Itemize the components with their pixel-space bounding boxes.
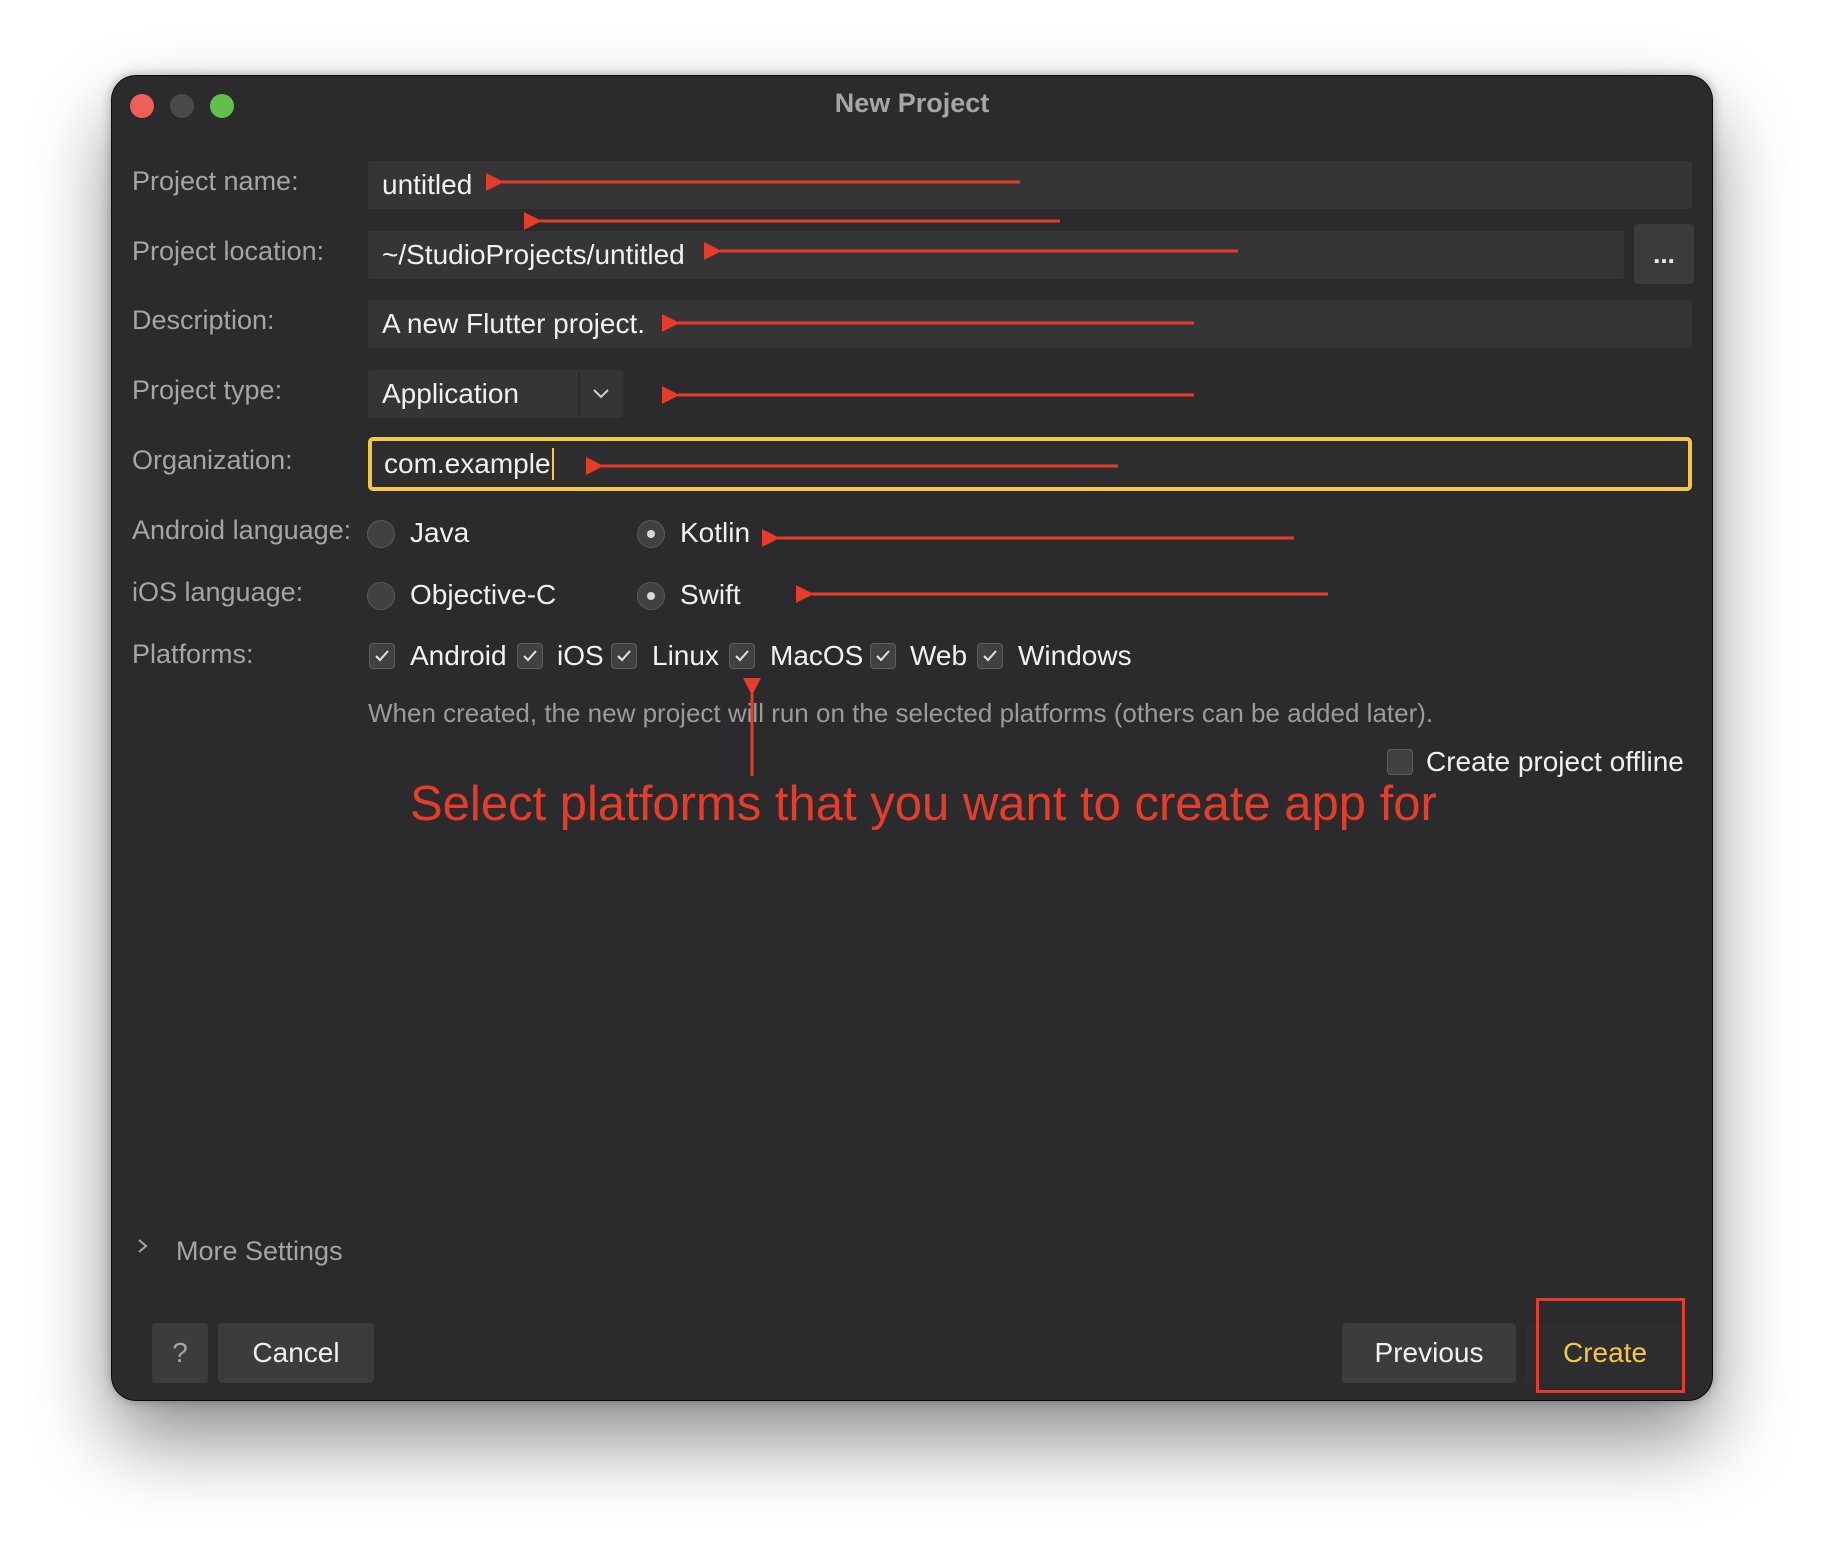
platform-ios-label: iOS [557, 640, 604, 671]
checkmark-icon [617, 650, 631, 662]
ios-objective-c-radio[interactable] [367, 582, 395, 610]
android-kotlin-radio[interactable] [637, 520, 665, 548]
platform-android-label: Android [410, 640, 507, 671]
ios-objective-c-label: Objective-C [410, 579, 557, 610]
cancel-button[interactable]: Cancel [218, 1323, 374, 1383]
platforms-hint: When created, the new project will run o… [368, 698, 1434, 728]
organization-input[interactable]: com.example [368, 437, 1692, 491]
android-java-label: Java [410, 517, 470, 548]
title-bar: New Project [112, 76, 1712, 132]
description-input[interactable]: A new Flutter project. [368, 300, 1692, 348]
platforms-label: Platforms: [132, 639, 254, 669]
platform-android-checkbox[interactable] [369, 643, 395, 669]
platform-web-checkbox[interactable] [870, 643, 896, 669]
platform-macos-checkbox[interactable] [729, 643, 755, 669]
help-button[interactable]: ? [152, 1323, 208, 1383]
ios-language-label: iOS language: [132, 577, 304, 607]
text-caret [551, 448, 554, 480]
window-title: New Project [834, 88, 990, 118]
platform-windows-checkbox[interactable] [977, 643, 1003, 669]
project-location-label: Project location: [132, 236, 325, 266]
project-location-input[interactable]: ~/StudioProjects/untitled [368, 231, 1624, 279]
platform-linux-label: Linux [652, 640, 719, 671]
platform-linux-checkbox[interactable] [611, 643, 637, 669]
description-value: A new Flutter project. [382, 308, 646, 339]
platform-macos-label: MacOS [770, 640, 864, 671]
checkmark-icon [735, 650, 749, 662]
project-type-label: Project type: [132, 375, 283, 405]
checkmark-icon [523, 650, 537, 662]
android-language-label: Android language: [132, 515, 352, 545]
project-name-input[interactable]: untitled [368, 161, 1692, 209]
chevron-right-icon [138, 1239, 148, 1253]
android-java-radio[interactable] [367, 520, 395, 548]
organization-label: Organization: [132, 445, 293, 475]
project-name-value: untitled [382, 169, 473, 200]
select-divider [578, 372, 580, 416]
checkmark-icon [375, 650, 389, 662]
platform-ios-checkbox[interactable] [517, 643, 543, 669]
project-type-select[interactable]: Application [368, 370, 623, 418]
organization-value: com.example [384, 448, 551, 479]
android-kotlin-label: Kotlin [680, 517, 751, 548]
annotation-text: Select platforms that you want to create… [410, 777, 1437, 831]
chevron-down-icon [593, 389, 609, 399]
project-type-value: Application [382, 378, 519, 409]
ios-swift-label: Swift [680, 579, 741, 610]
create-offline-label: Create project offline [1426, 746, 1684, 777]
more-settings-label: More Settings [176, 1236, 343, 1266]
platform-windows-label: Windows [1018, 640, 1132, 671]
project-location-value: ~/StudioProjects/untitled [382, 239, 685, 270]
project-name-label: Project name: [132, 166, 299, 196]
description-label: Description: [132, 305, 275, 335]
create-highlight-outline [1536, 1298, 1685, 1393]
checkmark-icon [983, 650, 997, 662]
browse-location-button[interactable]: ... [1634, 224, 1694, 284]
platform-web-label: Web [910, 640, 968, 671]
create-offline-checkbox[interactable] [1387, 749, 1413, 775]
ios-swift-radio[interactable] [637, 582, 665, 610]
checkmark-icon [876, 650, 890, 662]
new-project-dialog: New Project Project name: untitled Proje… [112, 76, 1712, 1400]
previous-button[interactable]: Previous [1342, 1323, 1516, 1383]
